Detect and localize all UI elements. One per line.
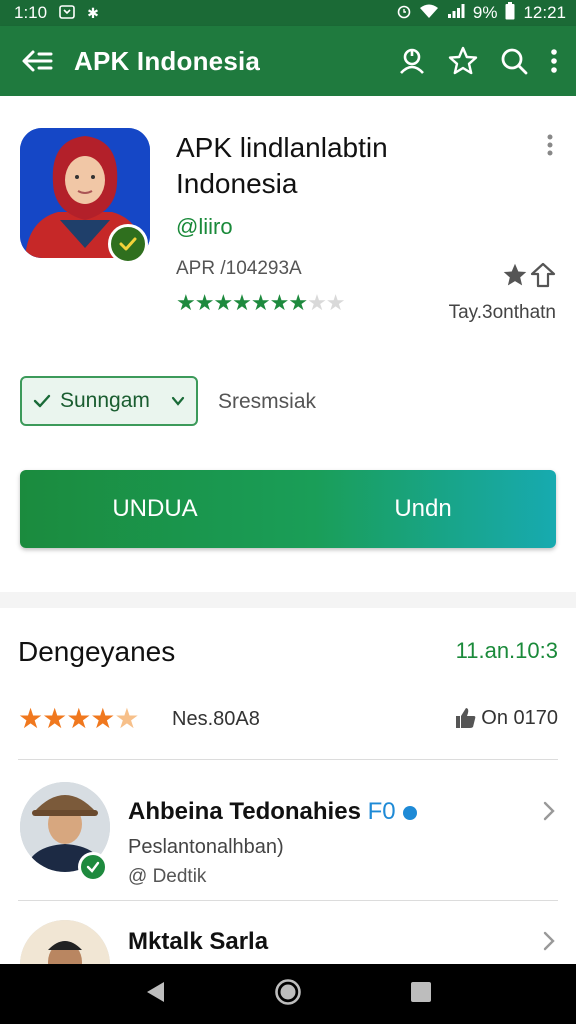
triangle-back-icon	[147, 981, 164, 1002]
app-bar-title: APK Indonesia	[74, 45, 261, 76]
review-item[interactable]: Mktalk Sarla	[0, 908, 576, 964]
overflow-menu-button[interactable]	[550, 48, 558, 74]
circle-home-icon	[275, 978, 301, 1005]
install-primary-label: UNDUA	[112, 495, 198, 522]
search-button[interactable]	[500, 47, 528, 75]
check-icon	[33, 394, 51, 408]
chevron-right-icon	[542, 800, 556, 827]
reviewer-name: Ahbeina Tedonahies F0	[128, 798, 418, 826]
verified-badge-icon	[108, 224, 148, 264]
thumb-icon	[456, 708, 476, 728]
reviews-title: Dengeyanes	[18, 636, 176, 667]
battery-percent: 9%	[472, 3, 498, 22]
status-time: 1:10	[14, 3, 48, 22]
search-icon	[501, 48, 528, 75]
card-more-button[interactable]	[546, 134, 554, 161]
app-title: APK lindlanlabtin Indonesia	[176, 132, 388, 199]
back-arrow-icon	[22, 50, 53, 72]
reviews-date: 11.an.10:3	[455, 638, 558, 663]
signal-icon	[447, 3, 465, 24]
reviews-section: Dengeyanes 11.an.10:3 ★★★★★ Nes.80A8 On …	[0, 608, 576, 964]
filter-chip[interactable]: Sunngam	[20, 376, 198, 426]
reviews-meta-text: On 0170	[481, 706, 558, 729]
divider	[18, 900, 558, 901]
install-button[interactable]: UNDUA Undn	[20, 470, 556, 548]
reviews-meta[interactable]: On 0170	[455, 706, 558, 730]
app-bar: APK Indonesia	[0, 26, 576, 96]
package-id: APR /104293A	[176, 258, 302, 279]
share-icon	[530, 262, 556, 288]
reviewer-tag: F0	[367, 798, 396, 825]
reviewer-avatar	[20, 920, 110, 964]
notification-icon	[59, 4, 75, 22]
reviewer-handle: @ Dedtik	[128, 866, 207, 887]
nav-recents-button[interactable]	[410, 981, 432, 1008]
alarm-icon	[397, 3, 411, 24]
battery-icon	[505, 1, 515, 25]
nav-home-button[interactable]	[274, 978, 302, 1011]
chip-label: Sunngam	[60, 389, 150, 412]
square-recents-icon	[411, 981, 431, 1002]
developer-link[interactable]: @liiro	[176, 214, 233, 240]
reviewer-subtitle: Peslantonalhban)	[128, 836, 284, 858]
back-button[interactable]	[0, 49, 74, 73]
verified-badge-icon	[403, 805, 418, 820]
account-icon	[400, 48, 424, 74]
install-secondary-label: Undn	[394, 495, 452, 522]
verified-check-icon	[78, 852, 108, 882]
app-info-card: APK lindlanlabtin Indonesia @liiro APR /…	[0, 96, 576, 592]
wifi-icon	[419, 3, 439, 24]
wishlist-label: Tay.3onthatn	[448, 302, 556, 323]
wishlist-button[interactable]	[448, 46, 478, 76]
status-bar: 1:10 ✱ 9% 12:21	[0, 0, 576, 26]
app-rating-stars: ★★★★★★★★★	[176, 290, 346, 315]
star-filled-icon	[503, 263, 527, 286]
wishlist-toggle[interactable]	[502, 262, 556, 288]
more-vertical-icon	[547, 134, 553, 156]
reviewer-name: Mktalk Sarla	[128, 928, 269, 955]
chevron-right-icon	[542, 930, 556, 957]
divider	[18, 759, 558, 760]
review-item[interactable]: Ahbeina Tedonahies F0 Peslantonalhban) @…	[0, 778, 576, 898]
settings-notification-icon: ✱	[87, 4, 99, 21]
chevron-down-icon	[171, 396, 185, 406]
status-clock: 12:21	[523, 3, 566, 22]
system-nav-bar	[0, 964, 576, 1024]
more-vertical-icon	[551, 49, 557, 73]
account-button[interactable]	[398, 47, 426, 75]
star-outline-icon	[448, 46, 478, 75]
reviews-rating-stars: ★★★★★	[18, 703, 140, 734]
nav-back-button[interactable]	[144, 980, 166, 1009]
reviews-count: Nes.80A8	[172, 708, 260, 730]
reviewer-name-text: Ahbeina Tedonahies	[128, 798, 361, 825]
chip-side-text: Sresmsiak	[218, 390, 317, 413]
